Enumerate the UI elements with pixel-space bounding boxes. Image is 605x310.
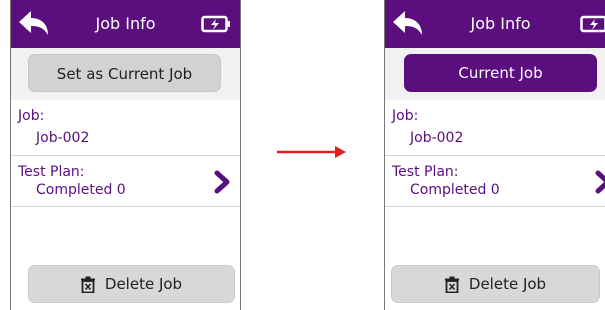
- job-info-screen-before: Job Info Set as Current Job Job: Job-002…: [10, 0, 241, 310]
- header-bar: Job Info: [11, 0, 240, 48]
- header-title: Job Info: [470, 14, 531, 33]
- battery-charging-icon: [580, 15, 605, 33]
- delete-job-label: Delete Job: [104, 275, 183, 293]
- divider: [11, 206, 240, 207]
- job-info-screen-after: Job Info Current Job Job: Job-002 Test P…: [384, 0, 605, 310]
- test-plan-value[interactable]: Completed 0: [410, 182, 500, 198]
- job-value: Job-002: [410, 130, 464, 146]
- trash-icon: [80, 276, 95, 293]
- delete-job-button[interactable]: Delete Job: [28, 265, 235, 303]
- test-plan-value[interactable]: Completed 0: [36, 182, 126, 198]
- job-label: Job:: [392, 108, 419, 124]
- trash-icon: [444, 276, 459, 293]
- delete-job-label: Delete Job: [468, 275, 547, 293]
- job-value: Job-002: [36, 130, 90, 146]
- chevron-right-icon[interactable]: [214, 170, 230, 194]
- chevron-right-icon[interactable]: [595, 170, 605, 194]
- set-current-job-button[interactable]: Set as Current Job: [28, 54, 221, 92]
- job-label: Job:: [18, 108, 45, 124]
- delete-job-button[interactable]: Delete Job: [391, 265, 600, 303]
- divider: [11, 155, 240, 156]
- current-job-button[interactable]: Current Job: [404, 54, 597, 92]
- divider: [385, 206, 605, 207]
- test-plan-label[interactable]: Test Plan:: [392, 164, 459, 180]
- header-bar: Job Info: [385, 0, 605, 48]
- battery-charging-icon: [201, 15, 230, 33]
- test-plan-label[interactable]: Test Plan:: [18, 164, 85, 180]
- divider: [385, 155, 605, 156]
- right-arrow-icon: [277, 146, 346, 158]
